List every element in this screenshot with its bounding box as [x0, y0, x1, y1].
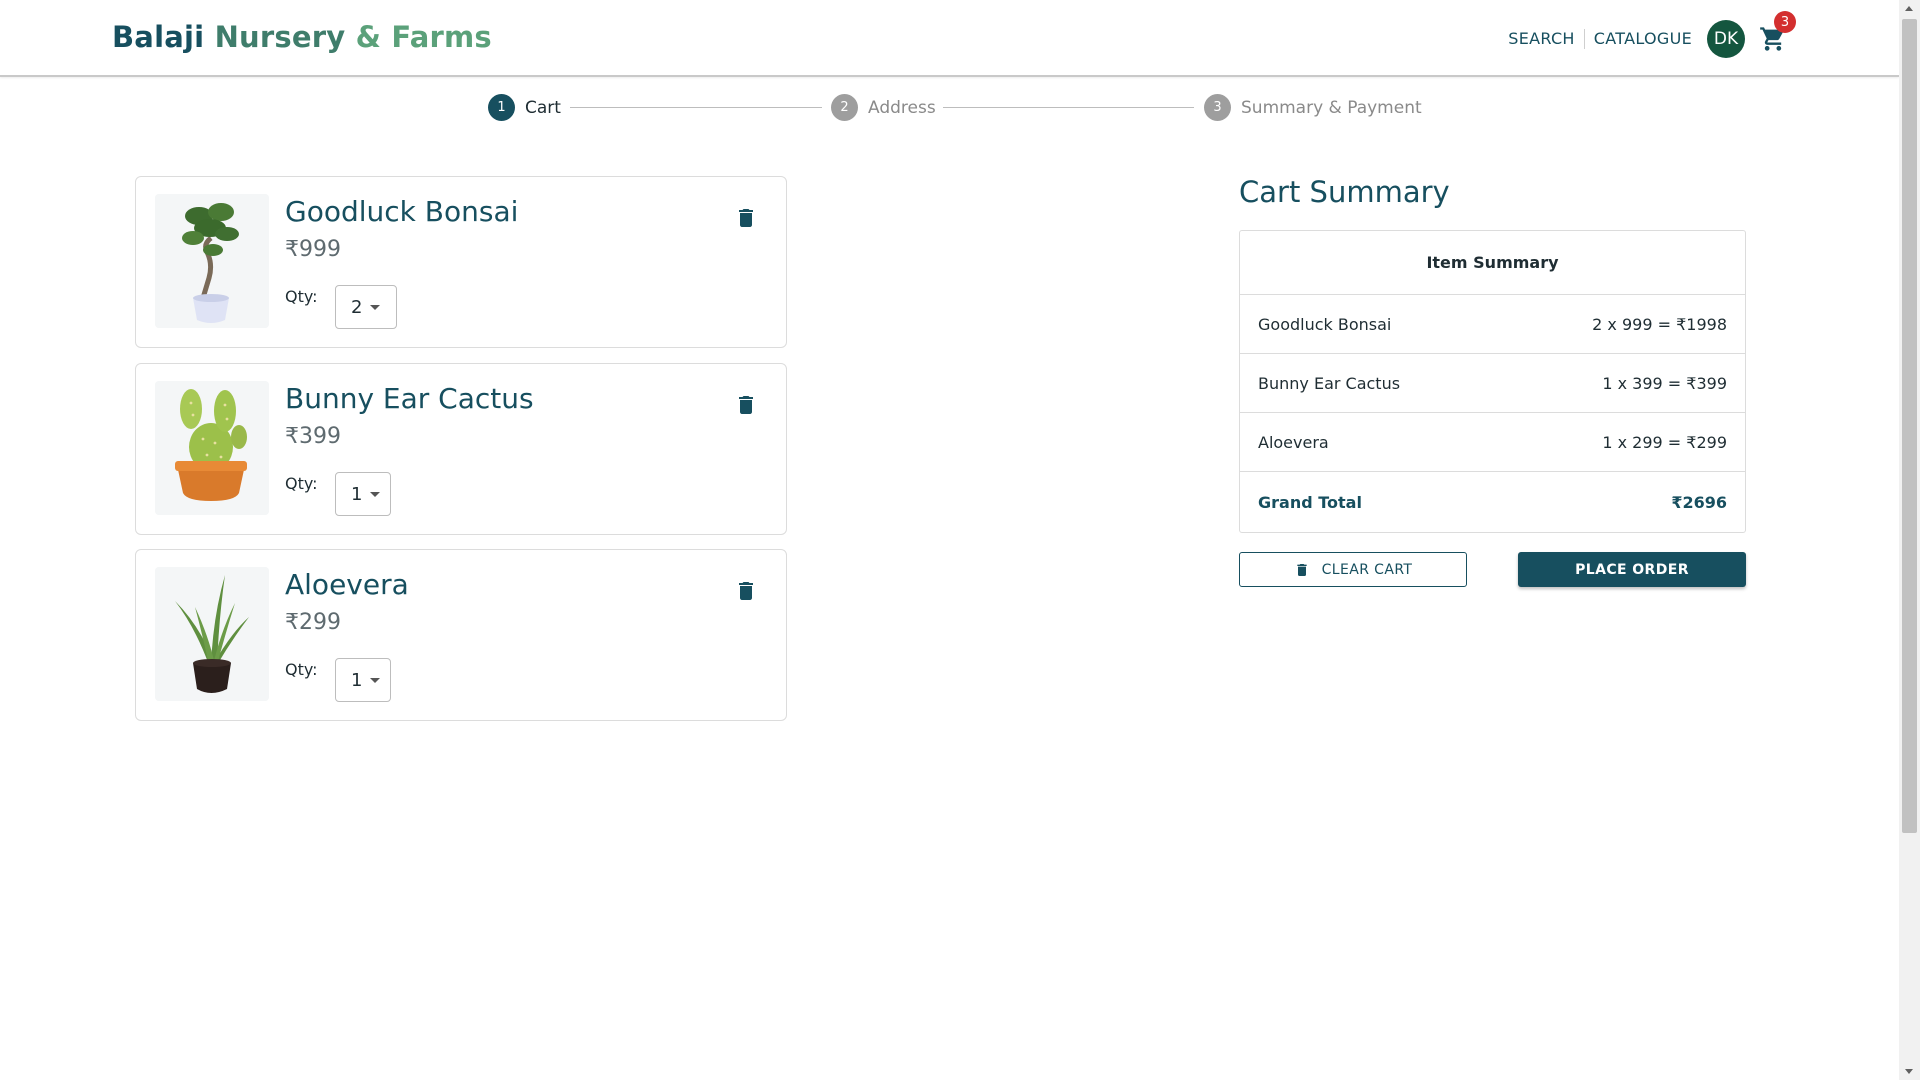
- clear-cart-label: CLEAR CART: [1321, 561, 1413, 578]
- checkout-stepper: 1 Cart 2 Address 3 Summary & Payment: [0, 94, 1899, 122]
- summary-item-calc: 1 x 399 = ₹399: [1602, 373, 1727, 393]
- trash-icon: [739, 209, 753, 227]
- item-price: ₹299: [285, 610, 341, 635]
- qty-label: Qty:: [285, 287, 318, 306]
- qty-label: Qty:: [285, 474, 318, 493]
- brand-name-part2: Nursery: [214, 20, 346, 54]
- step-address[interactable]: 2 Address: [831, 94, 936, 121]
- cart-item-card: Goodluck Bonsai ₹999 Qty: 2: [135, 176, 787, 348]
- grand-total-value: ₹2696: [1671, 492, 1727, 512]
- place-order-button[interactable]: PLACE ORDER: [1518, 552, 1746, 587]
- nav-catalogue-link[interactable]: CATALOGUE: [1585, 29, 1701, 49]
- step-connector: [570, 107, 822, 108]
- quantity-value: 1: [351, 483, 363, 505]
- aloevera-plant-image[interactable]: [155, 567, 269, 701]
- cart-summary-title: Cart Summary: [1239, 175, 1450, 209]
- step-label: Cart: [525, 97, 561, 118]
- item-summary-header: Item Summary: [1240, 231, 1745, 295]
- item-name[interactable]: Goodluck Bonsai: [285, 195, 518, 228]
- delete-item-button[interactable]: [734, 205, 758, 231]
- summary-row: Aloevera 1 x 299 = ₹299: [1240, 413, 1745, 472]
- item-summary-table: Item Summary Goodluck Bonsai 2 x 999 = ₹…: [1239, 230, 1746, 533]
- scrollbar-thumb[interactable]: [1902, 19, 1917, 833]
- scroll-down-icon[interactable]: [1905, 1069, 1913, 1074]
- quantity-select[interactable]: 1: [335, 472, 391, 516]
- grand-total-label: Grand Total: [1258, 492, 1362, 512]
- quantity-select[interactable]: 2: [335, 285, 397, 329]
- item-name[interactable]: Aloevera: [285, 568, 409, 601]
- header-nav: SEARCH CATALOGUE DK 3: [1499, 11, 1796, 58]
- brand-name-part3: & Farms: [355, 20, 492, 54]
- nav-search-link[interactable]: SEARCH: [1499, 29, 1584, 49]
- summary-item-calc: 2 x 999 = ₹1998: [1592, 314, 1727, 334]
- summary-item-name: Aloevera: [1258, 432, 1329, 452]
- trash-icon: [739, 582, 753, 600]
- user-avatar[interactable]: DK: [1707, 20, 1745, 58]
- delete-item-button[interactable]: [734, 392, 758, 418]
- step-connector: [943, 107, 1194, 108]
- brand-logo[interactable]: Balaji Nursery & Farms: [112, 20, 492, 54]
- page-scrollbar[interactable]: [1899, 0, 1920, 1080]
- grand-total-row: Grand Total ₹2696: [1240, 472, 1745, 532]
- clear-cart-button[interactable]: CLEAR CART: [1239, 552, 1467, 587]
- cart-item-card: Aloevera ₹299 Qty: 1: [135, 549, 787, 721]
- step-number: 2: [831, 94, 858, 121]
- quantity-select[interactable]: 1: [335, 658, 391, 702]
- step-number: 1: [488, 94, 515, 121]
- quantity-value: 1: [351, 669, 363, 691]
- chevron-down-icon: [370, 677, 381, 683]
- item-price: ₹999: [285, 237, 341, 262]
- step-label: Summary & Payment: [1241, 97, 1422, 118]
- summary-row: Bunny Ear Cactus 1 x 399 = ₹399: [1240, 354, 1745, 413]
- item-price: ₹399: [285, 424, 341, 449]
- item-name[interactable]: Bunny Ear Cactus: [285, 382, 534, 415]
- cart-count-badge: 3: [1774, 11, 1796, 33]
- summary-item-calc: 1 x 299 = ₹299: [1602, 432, 1727, 452]
- bonsai-plant-image[interactable]: [155, 194, 269, 328]
- cart-button[interactable]: 3: [1759, 11, 1796, 53]
- step-label: Address: [868, 97, 936, 118]
- step-summary-payment[interactable]: 3 Summary & Payment: [1204, 94, 1422, 121]
- step-cart[interactable]: 1 Cart: [488, 94, 561, 121]
- summary-row: Goodluck Bonsai 2 x 999 = ₹1998: [1240, 295, 1745, 354]
- delete-item-button[interactable]: [734, 578, 758, 604]
- chevron-down-icon: [370, 491, 381, 497]
- brand-name-part1: Balaji: [112, 20, 205, 54]
- trash-icon: [739, 396, 753, 414]
- scroll-up-icon[interactable]: [1905, 6, 1913, 11]
- summary-item-name: Bunny Ear Cactus: [1258, 373, 1401, 393]
- cactus-plant-image[interactable]: [155, 381, 269, 515]
- top-app-bar: Balaji Nursery & Farms SEARCH CATALOGUE …: [0, 0, 1899, 77]
- step-number: 3: [1204, 94, 1231, 121]
- chevron-down-icon: [370, 304, 381, 310]
- summary-item-name: Goodluck Bonsai: [1258, 314, 1392, 334]
- cart-item-card: Bunny Ear Cactus ₹399 Qty: 1: [135, 363, 787, 535]
- trash-icon: [1296, 563, 1307, 576]
- quantity-value: 2: [351, 296, 363, 318]
- qty-label: Qty:: [285, 660, 318, 679]
